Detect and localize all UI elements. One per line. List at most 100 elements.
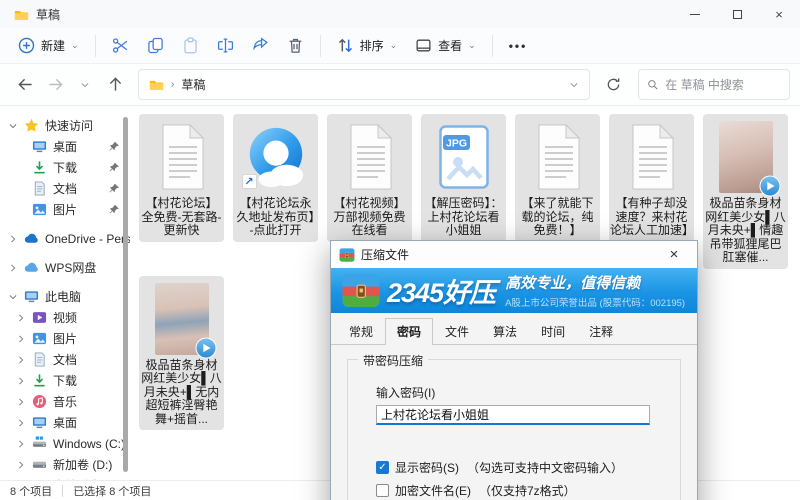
file-item[interactable]: 极品苗条身材网红美少女▌八月未央+▌无内超短裤淫臀艳舞+摇首... [139,276,224,431]
sidebar-label: Windows (C:) [53,437,125,451]
recent-locations-button[interactable] [70,70,100,100]
sidebar-item-quick-access[interactable]: 快速访问 [0,115,130,136]
file-name: 极品苗条身材网红美少女▌八月未央+▌无内超短裤淫臀艳舞+摇首... [140,359,223,427]
up-arrow-icon [108,77,123,92]
close-button[interactable]: × [758,0,800,28]
file-item[interactable]: 【村花论坛】全免费-无套路-更新快 [139,114,224,242]
sidebar-item-drive-c[interactable]: Windows (C:) [0,433,130,454]
file-item[interactable]: 【来了就能下载的论坛，纯免费！】 [515,114,600,242]
tab-general[interactable]: 常规 [337,318,385,345]
view-button[interactable]: 查看 ⌄ [407,32,484,59]
folder-icon [149,77,164,92]
sidebar-item-music[interactable]: 音乐 [0,391,130,412]
back-button[interactable] [10,70,40,100]
forward-button[interactable] [40,70,70,100]
file-name: 【来了就能下载的论坛，纯免费！】 [516,197,599,238]
up-button[interactable] [100,70,130,100]
cut-button[interactable] [104,32,137,59]
minimize-button[interactable] [674,0,716,28]
sort-button[interactable]: 排序 ⌄ [329,32,406,59]
file-item[interactable]: 【村花视频】万部视频免费在线看 [327,114,412,242]
show-password-checkbox[interactable]: ✓ 显示密码(S) （勾选可支持中文密码输入） [376,459,680,476]
file-explorer-window: 草稿 × 新建 ⌄ 排序 ⌄ 查看 ⌄ [0,0,800,500]
checkbox-hint: （勾选可支持中文密码输入） [467,459,623,476]
explorer-tab[interactable]: 草稿 [0,0,74,28]
chevron-down-icon[interactable] [569,80,579,90]
sidebar-scrollbar[interactable] [123,117,128,472]
file-item[interactable]: ↗ 【村花论坛永久地址发布页】-点此打开 [233,114,318,242]
dialog-close-button[interactable]: × [659,246,689,263]
search-icon [647,78,658,91]
sidebar-item-documents[interactable]: 文档 [0,178,130,199]
brand-slogan: 高效专业，值得信赖 [505,272,685,293]
haozip-icon [339,248,355,262]
search-input[interactable] [665,78,781,92]
pin-icon [109,141,120,152]
maximize-button[interactable] [716,0,758,28]
breadcrumb[interactable]: › 草稿 [138,69,590,100]
text-file-icon [532,124,584,190]
copy-button[interactable] [139,32,172,59]
sidebar-item-drive-d[interactable]: 新加卷 (D:) [0,454,130,475]
checkbox-label: 显示密码(S) [395,459,459,476]
checkbox-unchecked-icon[interactable] [376,484,389,497]
selected-count: 已选择 8 个项目 [73,483,151,499]
checkbox-checked-icon[interactable]: ✓ [376,461,389,474]
file-name: 极品苗条身材网红美少女▌八月未央+▌情趣吊带狐狸尾巴肛塞催... [704,197,787,265]
sidebar-item-downloads-pc[interactable]: 下载 [0,370,130,391]
chevron-right-icon [16,376,26,386]
groupbox-label: 带密码压缩 [358,352,428,369]
new-button[interactable]: 新建 ⌄ [10,32,87,59]
password-tab-panel: 带密码压缩 输入密码(I) ✓ 显示密码(S) （勾选可支持中文密码输入） 加密… [331,345,697,500]
dialog-titlebar[interactable]: 压缩文件 × [331,241,697,268]
sidebar-label: 图片 [53,201,77,218]
windows-drive-icon [32,436,47,451]
sidebar-item-desktop-pc[interactable]: 桌面 [0,412,130,433]
text-file-icon [344,124,396,190]
pin-icon [109,162,120,173]
delete-button[interactable] [279,32,312,59]
breadcrumb-folder[interactable]: 草稿 [181,76,205,93]
toolbar-separator [95,35,96,57]
password-input[interactable] [376,405,650,425]
browser-shortcut-icon: ↗ [243,124,309,190]
sidebar-item-videos[interactable]: 视频 [0,307,130,328]
refresh-button[interactable] [598,70,628,100]
picture-icon [32,202,47,217]
music-icon [32,394,47,409]
encrypt-filenames-checkbox[interactable]: 加密文件名(E) （仅支持7z格式） [376,482,680,499]
tab-time[interactable]: 时间 [529,318,577,345]
file-name: 【村花视频】万部视频免费在线看 [328,197,411,238]
pin-icon [109,204,120,215]
sidebar-item-onedrive[interactable]: OneDrive - Perso [0,228,130,249]
sidebar-item-pictures[interactable]: 图片 [0,199,130,220]
chevron-right-icon [16,355,26,365]
file-item[interactable]: 【解压密码】：上村花论坛看小姐姐 [421,114,506,242]
paste-button[interactable] [174,32,207,59]
sidebar-item-downloads[interactable]: 下载 [0,157,130,178]
rename-button[interactable] [209,32,242,59]
folder-icon [14,7,29,22]
sidebar-label: 桌面 [53,414,77,431]
search-box[interactable] [638,69,790,100]
tab-comment[interactable]: 注释 [577,318,625,345]
sidebar-item-wps-cloud[interactable]: WPS网盘 [0,257,130,278]
share-button[interactable] [244,32,277,59]
tab-algorithm[interactable]: 算法 [481,318,529,345]
tab-files[interactable]: 文件 [433,318,481,345]
sidebar-item-pictures-pc[interactable]: 图片 [0,328,130,349]
monitor-icon [32,415,47,430]
sidebar-label: OneDrive - Perso [45,232,130,246]
back-arrow-icon [18,77,33,92]
more-options-button[interactable]: ••• [501,34,536,58]
sidebar-label: 下载 [53,159,77,176]
file-item[interactable]: 极品苗条身材网红美少女▌八月未央+▌情趣吊带狐狸尾巴肛塞催... [703,114,788,269]
sidebar-item-documents-pc[interactable]: 文档 [0,349,130,370]
view-label: 查看 [438,37,462,54]
chevron-down-icon [8,121,18,131]
rename-icon [217,37,234,54]
sidebar-item-this-pc[interactable]: 此电脑 [0,286,130,307]
tab-password[interactable]: 密码 [385,318,433,345]
file-item[interactable]: 【有种子却没速度？来村花论坛人工加速】 [609,114,694,242]
sidebar-item-desktop[interactable]: 桌面 [0,136,130,157]
